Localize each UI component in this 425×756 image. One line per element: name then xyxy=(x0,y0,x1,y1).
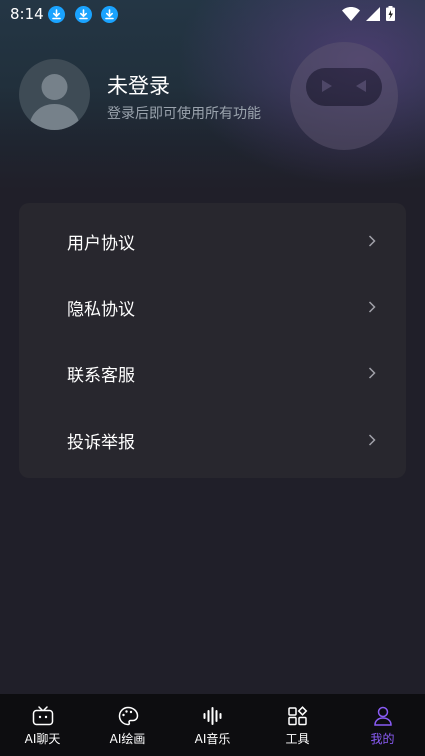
tab-ai-chat[interactable]: AI聊天 xyxy=(0,694,85,756)
menu-item-user-agreement[interactable]: 用户协议 xyxy=(19,208,406,274)
tab-mine[interactable]: 我的 xyxy=(340,694,425,756)
login-status-title[interactable]: 未登录 xyxy=(107,70,170,100)
status-bar: 8:14 xyxy=(0,0,425,28)
tab-label: 工具 xyxy=(285,732,310,746)
menu-item-label: 联系客服 xyxy=(67,365,135,386)
tab-label: AI音乐 xyxy=(194,732,231,746)
user-icon xyxy=(373,706,392,726)
menu-item-report[interactable]: 投诉举报 xyxy=(19,407,406,473)
chevron-right-icon xyxy=(368,301,376,313)
menu-item-label: 隐私协议 xyxy=(67,299,135,320)
default-avatar-icon xyxy=(29,74,80,130)
tab-label: AI聊天 xyxy=(24,732,61,746)
avatar[interactable] xyxy=(19,59,90,130)
tab-label: AI绘画 xyxy=(109,732,146,746)
status-time: 8:14 xyxy=(10,5,44,23)
settings-menu: 用户协议 隐私协议 联系客服 投诉举报 xyxy=(19,203,406,478)
chevron-right-icon xyxy=(368,434,376,446)
chevron-right-icon xyxy=(368,367,376,379)
download-icon xyxy=(48,6,65,23)
wifi-icon xyxy=(342,6,360,21)
menu-item-customer-service[interactable]: 联系客服 xyxy=(19,340,406,406)
menu-item-label: 用户协议 xyxy=(67,233,135,254)
chevron-right-icon xyxy=(368,235,376,247)
tools-grid-icon xyxy=(287,706,307,726)
menu-item-privacy-agreement[interactable]: 隐私协议 xyxy=(19,274,406,340)
signal-icon xyxy=(366,6,380,21)
tab-label: 我的 xyxy=(370,732,395,746)
battery-icon xyxy=(386,6,395,21)
tab-ai-music[interactable]: AI音乐 xyxy=(170,694,255,756)
menu-item-label: 投诉举报 xyxy=(67,432,135,453)
palette-icon xyxy=(118,706,138,726)
download-icon xyxy=(101,6,118,23)
robot-mascot-icon xyxy=(290,42,398,150)
tv-chat-icon xyxy=(32,706,53,726)
login-hint: 登录后即可使用所有功能 xyxy=(107,106,261,122)
tab-tools[interactable]: 工具 xyxy=(255,694,340,756)
bottom-tab-bar: AI聊天 AI绘画 AI音乐 工具 我的 xyxy=(0,694,425,756)
soundwave-icon xyxy=(203,707,221,725)
tab-ai-painting[interactable]: AI绘画 xyxy=(85,694,170,756)
download-icon xyxy=(75,6,92,23)
